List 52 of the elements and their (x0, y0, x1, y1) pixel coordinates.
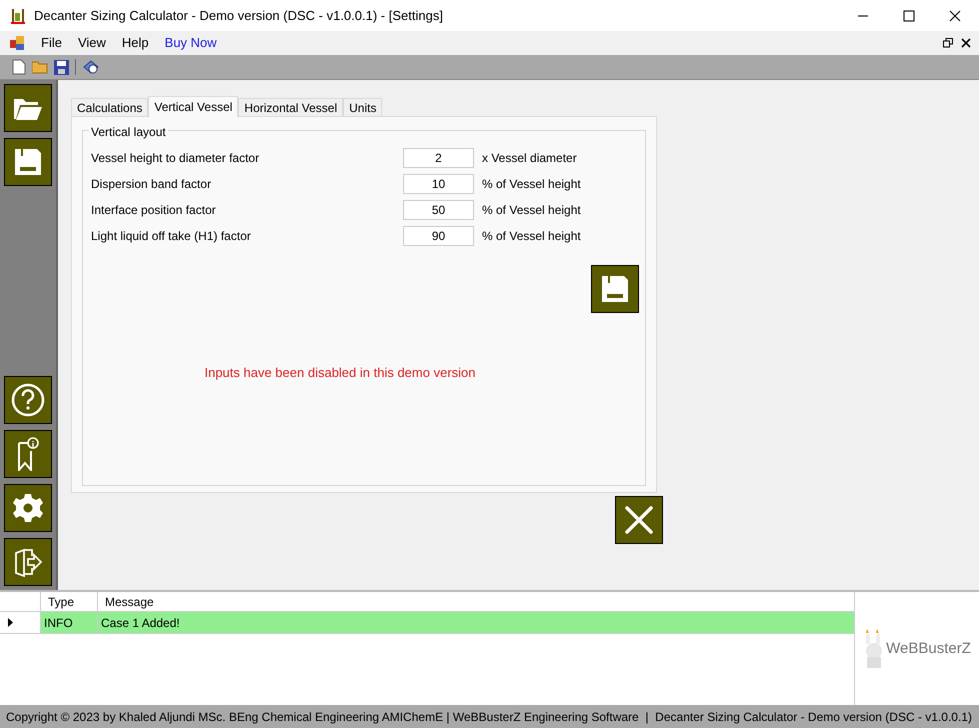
window-icon (10, 36, 25, 50)
table-cell: INFO (41, 612, 98, 633)
menu-item[interactable]: Help (114, 33, 157, 53)
bookmark-info-icon (17, 437, 39, 471)
unit-label: x Vessel diameter (482, 150, 577, 167)
menu-item[interactable]: View (70, 33, 114, 53)
column-header: Type (41, 592, 98, 611)
demo-notice: Inputs have been disabled in this demo version (204, 364, 476, 382)
menu-item[interactable]: File (33, 33, 70, 53)
unit-label: % of Vessel height (482, 202, 581, 219)
floppy-icon (13, 147, 43, 177)
exit-door-icon (12, 546, 44, 578)
open-button[interactable] (4, 84, 52, 132)
save-button[interactable] (591, 265, 639, 313)
log-row[interactable]: INFO Case 1 Added! (0, 612, 854, 634)
settings-button[interactable] (4, 484, 52, 532)
tab[interactable]: Units (343, 98, 382, 116)
input-field[interactable]: 10 (403, 174, 474, 194)
unit-label: % of Vessel height (482, 176, 581, 193)
field-label: Interface position factor (91, 202, 217, 219)
field-label: Light liquid off take (H1) factor (91, 228, 252, 245)
tab[interactable]: Calculations (71, 98, 148, 116)
buy-link[interactable]: Buy Now (156, 33, 225, 53)
maximize-icon[interactable] (903, 10, 915, 22)
window-title: Decanter Sizing Calculator - Demo version (DSC - v1.0.0.1) - [Settings] (34, 6, 443, 25)
close-button[interactable] (615, 496, 663, 544)
column-header: Message (104, 594, 155, 611)
floppy-icon (600, 274, 630, 304)
new-file-icon[interactable] (12, 59, 26, 75)
field-label: Vessel height to diameter factor (91, 150, 260, 167)
status-text: Copyright © 2023 by Khaled Aljundi MSc. BEng Chemical Engineering AMIChemE | WeBBusterZ Engineering Software | Decanter Sizing Calculator - Demo version (DSC - v1.0.0.1) (6, 708, 972, 726)
unit-label: % of Vessel height (482, 228, 581, 245)
help-button[interactable] (4, 376, 52, 424)
save-button[interactable] (4, 138, 52, 186)
about-button[interactable] (4, 430, 52, 478)
exit-button[interactable] (4, 538, 52, 586)
close-icon[interactable] (961, 38, 971, 48)
restore-icon[interactable] (943, 38, 953, 48)
input-field[interactable]: 90 (403, 226, 474, 246)
row-pointer-icon (8, 618, 13, 627)
input-field[interactable]: 50 (403, 200, 474, 220)
input-field[interactable]: 2 (403, 148, 474, 168)
table-cell-text: Case 1 Added! (100, 615, 181, 632)
settings-icon (13, 493, 43, 523)
tab[interactable]: Horizontal Vessel (238, 98, 344, 116)
app-icon (10, 8, 26, 24)
close-icon (625, 506, 653, 534)
tab[interactable]: Vertical Vessel (148, 96, 238, 117)
save-icon[interactable] (54, 60, 69, 74)
field-label: Dispersion band factor (91, 176, 212, 193)
logo-text: WeBBusterZ (886, 639, 971, 659)
close-icon[interactable] (949, 10, 961, 22)
